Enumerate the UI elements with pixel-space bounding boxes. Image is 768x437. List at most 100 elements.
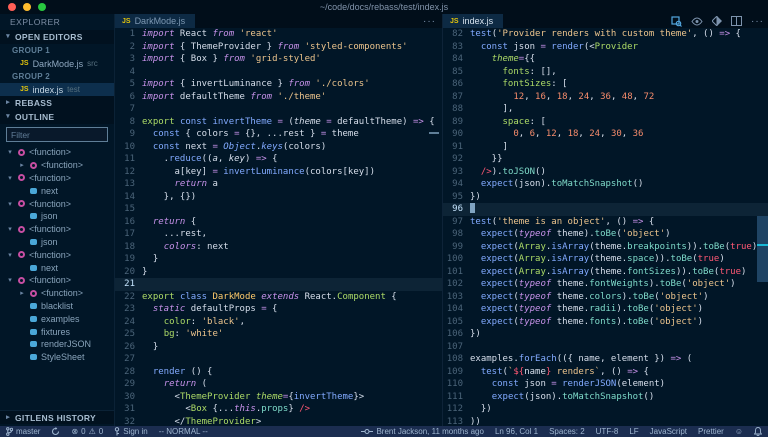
outline-item-label: next xyxy=(41,186,58,196)
sidebar-title: EXPLORER xyxy=(0,14,114,30)
formatter-indicator[interactable]: Prettier xyxy=(698,427,724,436)
outline-item[interactable]: renderJSON xyxy=(0,338,114,351)
variable-icon xyxy=(30,213,37,219)
outline-item[interactable]: ▸ <function> xyxy=(0,287,114,300)
code-text xyxy=(142,66,442,79)
code-text: examples.forEach(({ name, element }) => … xyxy=(470,353,768,366)
js-file-icon: JS xyxy=(122,18,131,25)
indentation-setting[interactable]: Spaces: 2 xyxy=(549,427,585,436)
code-text: fontSizes: [ xyxy=(470,78,768,91)
outline-item-label: examples xyxy=(41,314,80,324)
line-number: 85 xyxy=(443,66,470,79)
gitlens-compare-icon[interactable] xyxy=(712,16,722,26)
code-line: 1import React from 'react' xyxy=(115,28,442,41)
outline-item[interactable]: ▸<function> xyxy=(0,159,114,172)
section-outline[interactable]: ▾ OUTLINE xyxy=(0,110,114,124)
editor-group-left: JS DarkMode.js ··· 1import React from 'r… xyxy=(115,14,443,426)
vim-mode-indicator[interactable]: -- NORMAL -- xyxy=(159,427,208,436)
outline-item[interactable]: json xyxy=(0,236,114,249)
code-text: const json = render(<Provider xyxy=(470,41,768,54)
outline-item[interactable]: next xyxy=(0,261,114,274)
code-text: />).toJSON() xyxy=(470,166,768,179)
toggle-blame-icon[interactable] xyxy=(691,17,703,26)
outline-item[interactable]: ▾<function> xyxy=(0,146,114,159)
sync-button[interactable] xyxy=(51,427,60,436)
section-gitlens-history[interactable]: ▸ GITLENS HISTORY xyxy=(0,410,114,424)
outline-item[interactable]: examples xyxy=(0,312,114,325)
code-line: 8export const invertTheme = (theme = def… xyxy=(115,116,442,129)
code-text: import React from 'react' xyxy=(142,28,442,41)
outline-item[interactable]: ▾<function> xyxy=(0,172,114,185)
tab-index-js[interactable]: JS index.js xyxy=(443,14,503,28)
code-text: ] xyxy=(470,141,768,154)
open-changes-icon[interactable] xyxy=(671,16,682,27)
line-number: 92 xyxy=(443,153,470,166)
problems-indicator[interactable]: ⊗ 0 ⚠ 0 xyxy=(71,427,103,436)
scrollbar-thumb[interactable] xyxy=(757,216,768,282)
line-number: 16 xyxy=(115,216,142,229)
outline-item[interactable]: ▾<function> xyxy=(0,274,114,287)
outline-item-label: <function> xyxy=(41,288,83,298)
cursor-position[interactable]: Ln 96, Col 1 xyxy=(495,427,538,436)
notifications-bell-icon[interactable] xyxy=(754,427,762,436)
outline-item[interactable]: next xyxy=(0,184,114,197)
open-editor-item-index.js[interactable]: JSindex.jstest xyxy=(0,83,114,96)
section-rebass[interactable]: ▸ REBASS xyxy=(0,96,114,110)
gitlens-blame[interactable]: Brent Jackson, 11 months ago xyxy=(361,427,483,436)
sign-in-button[interactable]: Sign in xyxy=(114,427,147,436)
split-editor-icon[interactable] xyxy=(731,16,742,26)
line-number: 26 xyxy=(115,341,142,354)
code-line: 6import defaultTheme from './theme' xyxy=(115,91,442,104)
section-open-editors[interactable]: ▾ OPEN EDITORS xyxy=(0,30,114,44)
tab-darkmode-js[interactable]: JS DarkMode.js xyxy=(115,14,195,28)
code-line: 12 a[key] = invertLuminance(colors[key]) xyxy=(115,166,442,179)
line-number: 31 xyxy=(115,403,142,416)
overview-ruler-cursor-mark xyxy=(757,244,768,246)
code-text: fonts: [], xyxy=(470,66,768,79)
line-number: 109 xyxy=(443,366,470,379)
language-mode[interactable]: JavaScript xyxy=(650,427,687,436)
outline-filter-input[interactable] xyxy=(6,127,108,142)
code-editor-darkmode[interactable]: 1import React from 'react'2import { Them… xyxy=(115,28,442,426)
tab-overflow-more-icon[interactable]: ··· xyxy=(423,14,436,28)
outline-item-label: <function> xyxy=(29,199,71,209)
code-text: .reduce((a, key) => { xyxy=(142,153,442,166)
encoding-setting[interactable]: UTF-8 xyxy=(596,427,619,436)
code-line: 22export class DarkMode extends React.Co… xyxy=(115,291,442,304)
code-line: 25 bg: 'white' xyxy=(115,328,442,341)
variable-icon xyxy=(30,188,37,194)
feedback-smiley-icon[interactable]: ☺ xyxy=(735,427,743,436)
minimize-button[interactable] xyxy=(23,3,31,11)
outline-item[interactable]: fixtures xyxy=(0,325,114,338)
line-number: 104 xyxy=(443,303,470,316)
code-text: </ThemeProvider> xyxy=(142,416,442,427)
outline-item[interactable]: StyleSheet xyxy=(0,351,114,364)
code-text xyxy=(142,103,442,116)
outline-item[interactable]: blacklist xyxy=(0,300,114,313)
code-line: 107 xyxy=(443,341,768,354)
line-number: 21 xyxy=(115,278,142,291)
outline-item[interactable]: ▾<function> xyxy=(0,223,114,236)
eol-setting[interactable]: LF xyxy=(629,427,638,436)
code-text: } xyxy=(142,266,442,279)
chevron-right-icon: ▸ xyxy=(18,289,26,297)
outline-item[interactable]: ▾<function> xyxy=(0,197,114,210)
chevron-down-icon: ▾ xyxy=(4,110,12,124)
close-button[interactable] xyxy=(8,3,16,11)
js-file-icon: JS xyxy=(20,86,29,93)
line-number: 112 xyxy=(443,403,470,416)
window-title: ~/code/docs/rebass/test/index.js xyxy=(0,2,768,12)
more-actions-icon[interactable]: ··· xyxy=(751,16,764,27)
open-editor-item-DarkMode.js[interactable]: JSDarkMode.jssrc xyxy=(0,57,114,70)
line-number: 90 xyxy=(443,128,470,141)
js-file-icon: JS xyxy=(450,18,459,25)
code-line: 92 }} xyxy=(443,153,768,166)
line-number: 1 xyxy=(115,28,142,41)
code-editor-index[interactable]: 82test('Provider renders with custom the… xyxy=(443,28,768,426)
outline-item-label: json xyxy=(41,211,58,221)
git-branch-indicator[interactable]: master xyxy=(6,427,40,436)
outline-item[interactable]: ▾<function> xyxy=(0,248,114,261)
outline-item[interactable]: json xyxy=(0,210,114,223)
code-text: const { colors = {}, ...rest } = theme xyxy=(142,128,442,141)
zoom-button[interactable] xyxy=(38,3,46,11)
